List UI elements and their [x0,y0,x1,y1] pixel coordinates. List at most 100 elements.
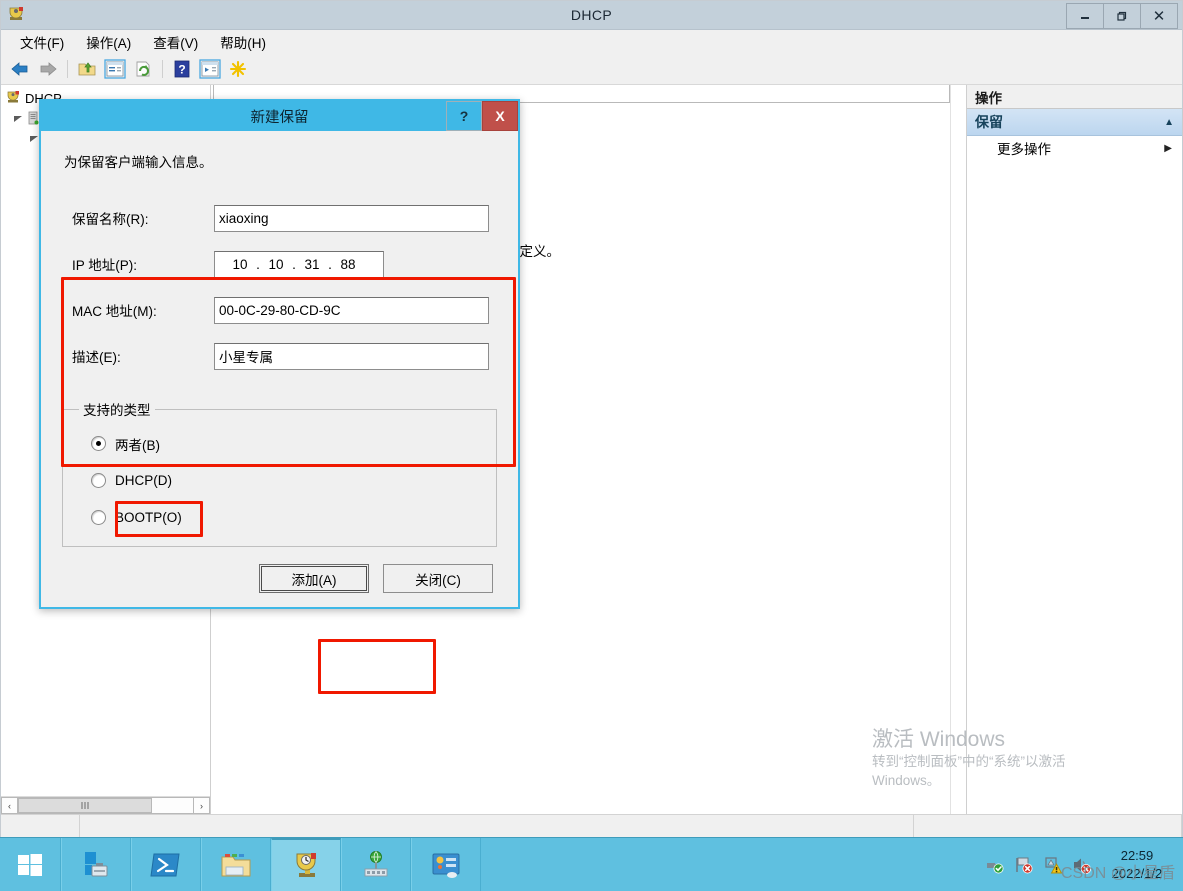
actions-section-label: 保留 [975,114,1003,130]
status-cell-2 [80,815,914,837]
volume-muted-icon[interactable] [1072,855,1092,875]
detail-vertical-scrollbar[interactable] [950,85,966,814]
ip-address-input[interactable]: 10 . 10 . 31 . 88 [214,250,384,278]
scroll-right-button[interactable]: › [193,797,210,814]
ip-octet-4[interactable]: 88 [337,257,359,272]
mac-address-input[interactable]: 00-0C-29-80-CD-9C [214,296,489,324]
radio-bootp[interactable]: BOOTP(O) [75,499,484,536]
back-icon[interactable] [7,57,33,81]
network-warning-icon[interactable] [1043,855,1063,875]
properties-icon[interactable] [197,57,223,81]
description-label: 描述(E): [72,350,121,365]
dhcp-root-icon [5,90,21,106]
start-button-icon[interactable] [0,838,61,891]
window-title: DHCP [570,7,613,23]
ip-octet-1[interactable]: 10 [229,257,251,272]
radio-dhcp-label: DHCP(D) [115,473,172,488]
flag-alert-icon[interactable] [1014,855,1034,875]
taskbar-powershell[interactable] [131,838,201,891]
reservation-name-input[interactable]: xiaoxing [214,204,489,232]
toolbar: ? [1,54,1182,85]
menu-action[interactable]: 操作(A) [75,30,142,54]
dialog-intro-text: 为保留客户端输入信息。 [64,155,213,170]
menubar: 文件(F) 操作(A) 查看(V) 帮助(H) [1,30,1182,54]
chevron-up-icon[interactable]: ▲ [1164,117,1174,128]
radio-both[interactable]: 两者(B) [75,425,484,462]
description-input[interactable]: 小星专属 [214,342,489,370]
tree-horizontal-scrollbar[interactable]: ‹ › [1,796,210,814]
svg-text:?: ? [178,63,185,77]
dialog-title: 新建保留 [250,109,309,126]
status-bar [1,814,1182,837]
field-row-description: 描述(E): 小星专属 [64,333,491,379]
radio-both-indicator[interactable] [91,436,106,451]
taskbar: 22:59 2022/1/2 CSDN @小星盾 [0,837,1183,891]
field-row-mac-address: MAC 地址(M): 00-0C-29-80-CD-9C [64,287,491,333]
close-dialog-button[interactable]: 关闭(C) [383,564,493,593]
taskbar-file-explorer[interactable] [201,838,271,891]
ip-separator: . [256,256,260,272]
actions-section-reservations[interactable]: 保留 ▲ [967,109,1182,136]
field-row-ip-address: IP 地址(P): 10 . 10 . 31 . 88 [64,241,491,287]
supported-types-group: 支持的类型 两者(B) DHCP(D) BOOTP(O) [62,399,497,547]
clock-date: 2022/1/2 [1111,865,1163,881]
menu-help[interactable]: 帮助(H) [209,30,277,54]
scroll-left-button[interactable]: ‹ [1,797,18,814]
restore-button[interactable] [1103,3,1141,29]
help-icon[interactable]: ? [169,57,195,81]
actions-pane-header: 操作 [967,85,1182,109]
toolbar-separator-2 [162,60,163,78]
menu-view[interactable]: 查看(V) [142,30,209,54]
new-reservation-dialog: 新建保留 ? X 为保留客户端输入信息。 保留名称(R): xiaoxing I… [39,99,520,694]
dialog-body: 为保留客户端输入信息。 保留名称(R): xiaoxing IP 地址(P): … [41,131,518,607]
radio-dhcp[interactable]: DHCP(D) [75,462,484,499]
radio-bootp-label: BOOTP(O) [115,510,182,525]
refresh-icon[interactable] [130,57,156,81]
close-button[interactable]: ✕ [1140,3,1178,29]
status-cell-3 [914,815,1182,837]
ip-separator: . [328,256,332,272]
status-cell-1 [1,815,80,837]
system-tray: 22:59 2022/1/2 [985,838,1183,891]
ip-address-label: IP 地址(P): [72,258,138,273]
radio-bootp-indicator[interactable] [91,510,106,525]
action-more-actions[interactable]: 更多操作 ▶ [967,136,1182,160]
scroll-track[interactable] [18,797,193,814]
radio-dhcp-indicator[interactable] [91,473,106,488]
window-controls: ✕ [1066,3,1182,29]
add-button[interactable]: 添加(A) [259,564,369,593]
radio-both-label: 两者(B) [115,437,160,453]
menu-file[interactable]: 文件(F) [9,30,75,54]
dialog-fields: 保留名称(R): xiaoxing IP 地址(P): 10 . 10 . 31… [58,183,501,389]
up-folder-icon[interactable] [74,57,100,81]
new-item-icon[interactable] [225,57,251,81]
taskbar-dhcp-console[interactable] [271,838,341,891]
taskbar-server-manager[interactable] [61,838,131,891]
forward-icon[interactable] [35,57,61,81]
clock-time: 22:59 [1120,847,1154,863]
dialog-titlebar: 新建保留 ? X [41,101,518,131]
chevron-right-icon: ▶ [1164,142,1172,154]
network-ok-icon[interactable] [985,855,1005,875]
toolbar-separator [67,60,68,78]
show-tree-icon[interactable] [102,57,128,81]
field-row-reservation-name: 保留名称(R): xiaoxing [64,195,491,241]
minimize-button[interactable] [1066,3,1104,29]
action-item-label: 更多操作 [997,142,1051,157]
window-titlebar: DHCP ✕ [1,1,1182,30]
tree-expander-expanded[interactable] [11,111,25,125]
dhcp-console-icon [6,5,26,25]
supported-types-legend: 支持的类型 [83,403,151,418]
ip-separator: . [292,256,296,272]
scroll-thumb[interactable] [18,798,152,813]
taskbar-control-panel[interactable] [411,838,481,891]
mac-address-label: MAC 地址(M): [72,304,157,319]
dialog-buttons: 添加(A) 关闭(C) [58,558,501,595]
actions-pane: 操作 保留 ▲ 更多操作 ▶ [967,85,1182,814]
taskbar-dns-manager[interactable] [341,838,411,891]
desktop: DHCP ✕ 文件(F) 操作(A) 查看(V) 帮助(H) ? DHCP ‹ … [0,0,1183,891]
taskbar-clock[interactable]: 22:59 2022/1/2 [1101,847,1177,882]
ip-octet-3[interactable]: 31 [301,257,323,272]
reservation-name-label: 保留名称(R): [72,212,149,227]
ip-octet-2[interactable]: 10 [265,257,287,272]
